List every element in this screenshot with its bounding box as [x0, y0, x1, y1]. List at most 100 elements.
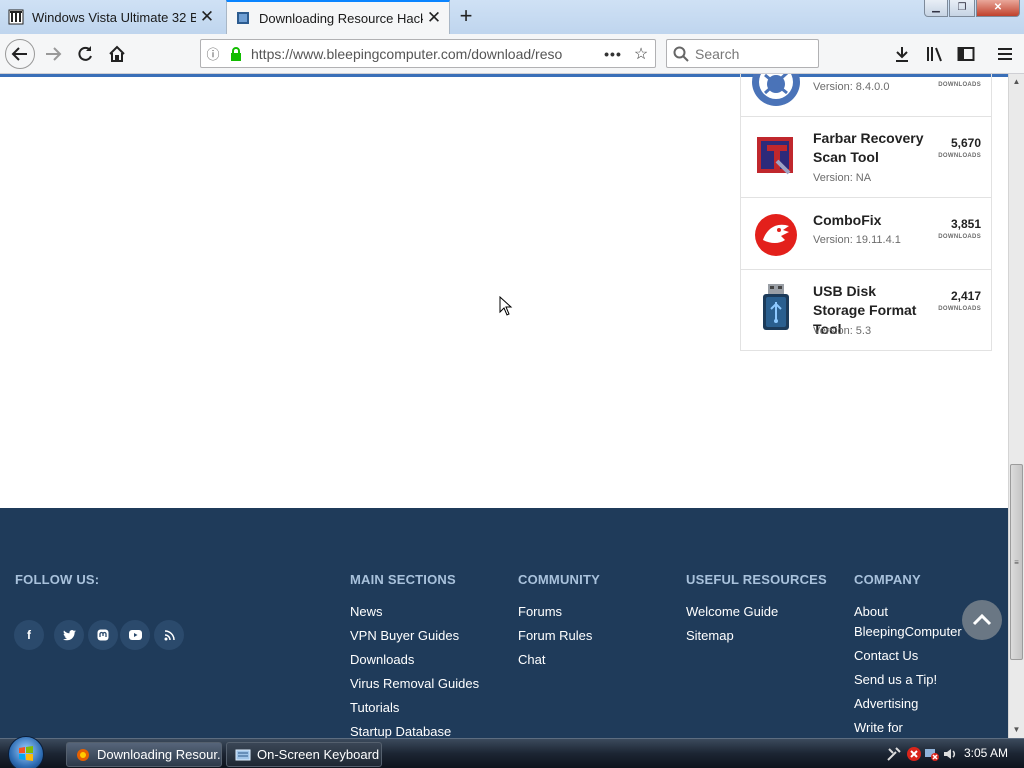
company-heading: COMPANY — [854, 572, 921, 587]
mastodon-icon[interactable] — [88, 620, 118, 650]
combofix-dragon-icon — [755, 214, 797, 256]
list-item[interactable]: Version: 8.4.0.0 DOWNLOADS — [741, 74, 991, 116]
footer-link-virus-removal-guides[interactable]: Virus Removal Guides — [350, 676, 479, 691]
footer-link-tutorials[interactable]: Tutorials — [350, 700, 399, 715]
back-to-top-button[interactable] — [962, 600, 1002, 640]
tab-close-icon[interactable]: ✕ — [423, 8, 445, 28]
site-footer: FOLLOW US: f MAIN SECTIONS News VPN Buye… — [0, 508, 1008, 738]
window-restore-button[interactable]: ❐ — [949, 0, 975, 17]
twitter-icon[interactable] — [54, 620, 84, 650]
forward-arrow-icon — [46, 47, 62, 61]
back-arrow-icon — [11, 47, 27, 61]
firefox-icon — [77, 748, 89, 761]
globe-spider-icon — [752, 74, 800, 106]
taskbar-on-screen-keyboard[interactable]: On-Screen Keyboard — [226, 742, 382, 767]
tab-title: Windows Vista Ultimate 32 Bit S — [32, 9, 196, 25]
bookmark-star-icon[interactable]: ☆ — [627, 44, 655, 64]
facebook-icon[interactable]: f — [14, 620, 44, 650]
reload-icon — [78, 46, 92, 61]
download-name[interactable]: ComboFix — [813, 211, 931, 230]
footer-link-advertising[interactable]: Advertising — [854, 696, 918, 711]
start-button[interactable] — [8, 736, 44, 768]
new-tab-button[interactable]: + — [453, 3, 479, 29]
forward-button[interactable] — [38, 39, 68, 69]
download-count-label: DOWNLOADS — [938, 234, 981, 240]
scroll-down-arrow-icon[interactable]: ▼ — [1009, 722, 1024, 738]
menu-button[interactable] — [990, 39, 1020, 69]
bleepingcomputer-favicon-icon — [237, 12, 249, 24]
page-content: Version: 8.4.0.0 DOWNLOADS Farbar Recove… — [0, 74, 1008, 738]
download-version: Version: 8.4.0.0 — [813, 81, 890, 93]
chevron-up-icon — [972, 614, 992, 626]
search-placeholder: Search — [695, 45, 740, 62]
footer-link-chat[interactable]: Chat — [518, 652, 545, 667]
footer-link-forum-rules[interactable]: Forum Rules — [518, 628, 592, 643]
tools-tray-icon[interactable] — [886, 746, 902, 762]
network-disconnected-icon[interactable] — [924, 746, 940, 762]
sidebar-icon — [957, 47, 975, 61]
url-text: https://www.bleepingcomputer.com/downloa… — [251, 45, 563, 62]
taskbar-button-label: On-Screen Keyboard — [257, 747, 380, 762]
footer-link-contact-us[interactable]: Contact Us — [854, 648, 918, 663]
home-button[interactable] — [102, 39, 132, 69]
hamburger-menu-icon — [998, 48, 1012, 60]
windows-taskbar: Downloading Resour... On-Screen Keyboard… — [0, 736, 1024, 768]
footer-link-send-tip[interactable]: Send us a Tip! — [854, 672, 937, 687]
download-count-label: DOWNLOADS — [938, 306, 981, 312]
tab-windows-vista[interactable]: Windows Vista Ultimate 32 Bit S ✕ — [0, 0, 222, 34]
download-count: 3,851 — [950, 217, 981, 231]
taskbar-clock[interactable]: 3:05 AM — [964, 746, 1008, 760]
library-button[interactable] — [920, 39, 950, 69]
search-bar[interactable]: Search — [666, 39, 819, 68]
footer-link-bleepingcomputer[interactable]: BleepingComputer — [854, 624, 962, 639]
windows-logo-icon — [19, 746, 33, 761]
download-arrow-icon — [896, 47, 908, 62]
footer-link-news[interactable]: News — [350, 604, 383, 619]
tab-title: Downloading Resource Hacker — [259, 10, 423, 26]
footer-link-vpn-buyer-guides[interactable]: VPN Buyer Guides — [350, 628, 459, 643]
navigation-toolbar: ⓘ https://www.bleepingcomputer.com/downl… — [0, 34, 1024, 74]
list-item[interactable]: USB Disk Storage Format Tool Version: 5.… — [741, 269, 991, 350]
home-icon — [109, 45, 125, 62]
volume-icon[interactable] — [942, 746, 958, 762]
library-icon — [927, 47, 942, 62]
footer-link-about[interactable]: About — [854, 604, 888, 619]
tab-resource-hacker[interactable]: Downloading Resource Hacker ✕ — [226, 0, 450, 34]
download-version: Version: 19.11.4.1 — [813, 234, 901, 246]
downloads-button[interactable] — [887, 39, 917, 69]
download-count-label: DOWNLOADS — [938, 82, 981, 88]
download-count: 2,417 — [950, 289, 981, 303]
tab-strip: Windows Vista Ultimate 32 Bit S ✕ Downlo… — [0, 0, 1024, 34]
tab-close-icon[interactable]: ✕ — [196, 7, 218, 27]
lock-icon[interactable] — [225, 46, 247, 61]
back-button[interactable] — [5, 39, 35, 69]
footer-link-forums[interactable]: Forums — [518, 604, 562, 619]
window-close-button[interactable]: ✕ — [976, 0, 1020, 17]
scroll-up-arrow-icon[interactable]: ▲ — [1009, 74, 1024, 90]
search-icon — [667, 46, 695, 62]
frst-icon — [757, 137, 793, 175]
mouse-cursor-icon — [499, 296, 513, 316]
archive-favicon-icon — [8, 9, 24, 25]
window-minimize-button[interactable]: ▁ — [924, 0, 948, 17]
security-alert-icon[interactable] — [906, 746, 922, 762]
page-actions-icon[interactable]: ••• — [599, 46, 627, 62]
footer-link-startup-database[interactable]: Startup Database — [350, 724, 451, 738]
youtube-icon[interactable] — [120, 620, 150, 650]
footer-link-sitemap[interactable]: Sitemap — [686, 628, 734, 643]
reload-button[interactable] — [70, 39, 100, 69]
list-item[interactable]: Farbar Recovery Scan Tool Version: NA 5,… — [741, 116, 991, 197]
footer-link-downloads[interactable]: Downloads — [350, 652, 414, 667]
taskbar-firefox-window[interactable]: Downloading Resour... — [66, 742, 222, 767]
footer-link-write-for[interactable]: Write for — [854, 720, 903, 735]
follow-us-heading: FOLLOW US: — [15, 572, 100, 587]
url-bar[interactable]: ⓘ https://www.bleepingcomputer.com/downl… — [200, 39, 656, 68]
vertical-scrollbar[interactable]: ▲ ≡ ▼ — [1008, 74, 1024, 738]
site-info-icon[interactable]: ⓘ — [201, 44, 225, 63]
list-item[interactable]: ComboFix Version: 19.11.4.1 3,851 DOWNLO… — [741, 197, 991, 269]
footer-link-welcome-guide[interactable]: Welcome Guide — [686, 604, 778, 619]
download-name[interactable]: Farbar Recovery Scan Tool — [813, 129, 931, 167]
rss-icon[interactable] — [154, 620, 184, 650]
sidebar-button[interactable] — [951, 39, 981, 69]
scrollbar-thumb[interactable]: ≡ — [1010, 464, 1023, 660]
